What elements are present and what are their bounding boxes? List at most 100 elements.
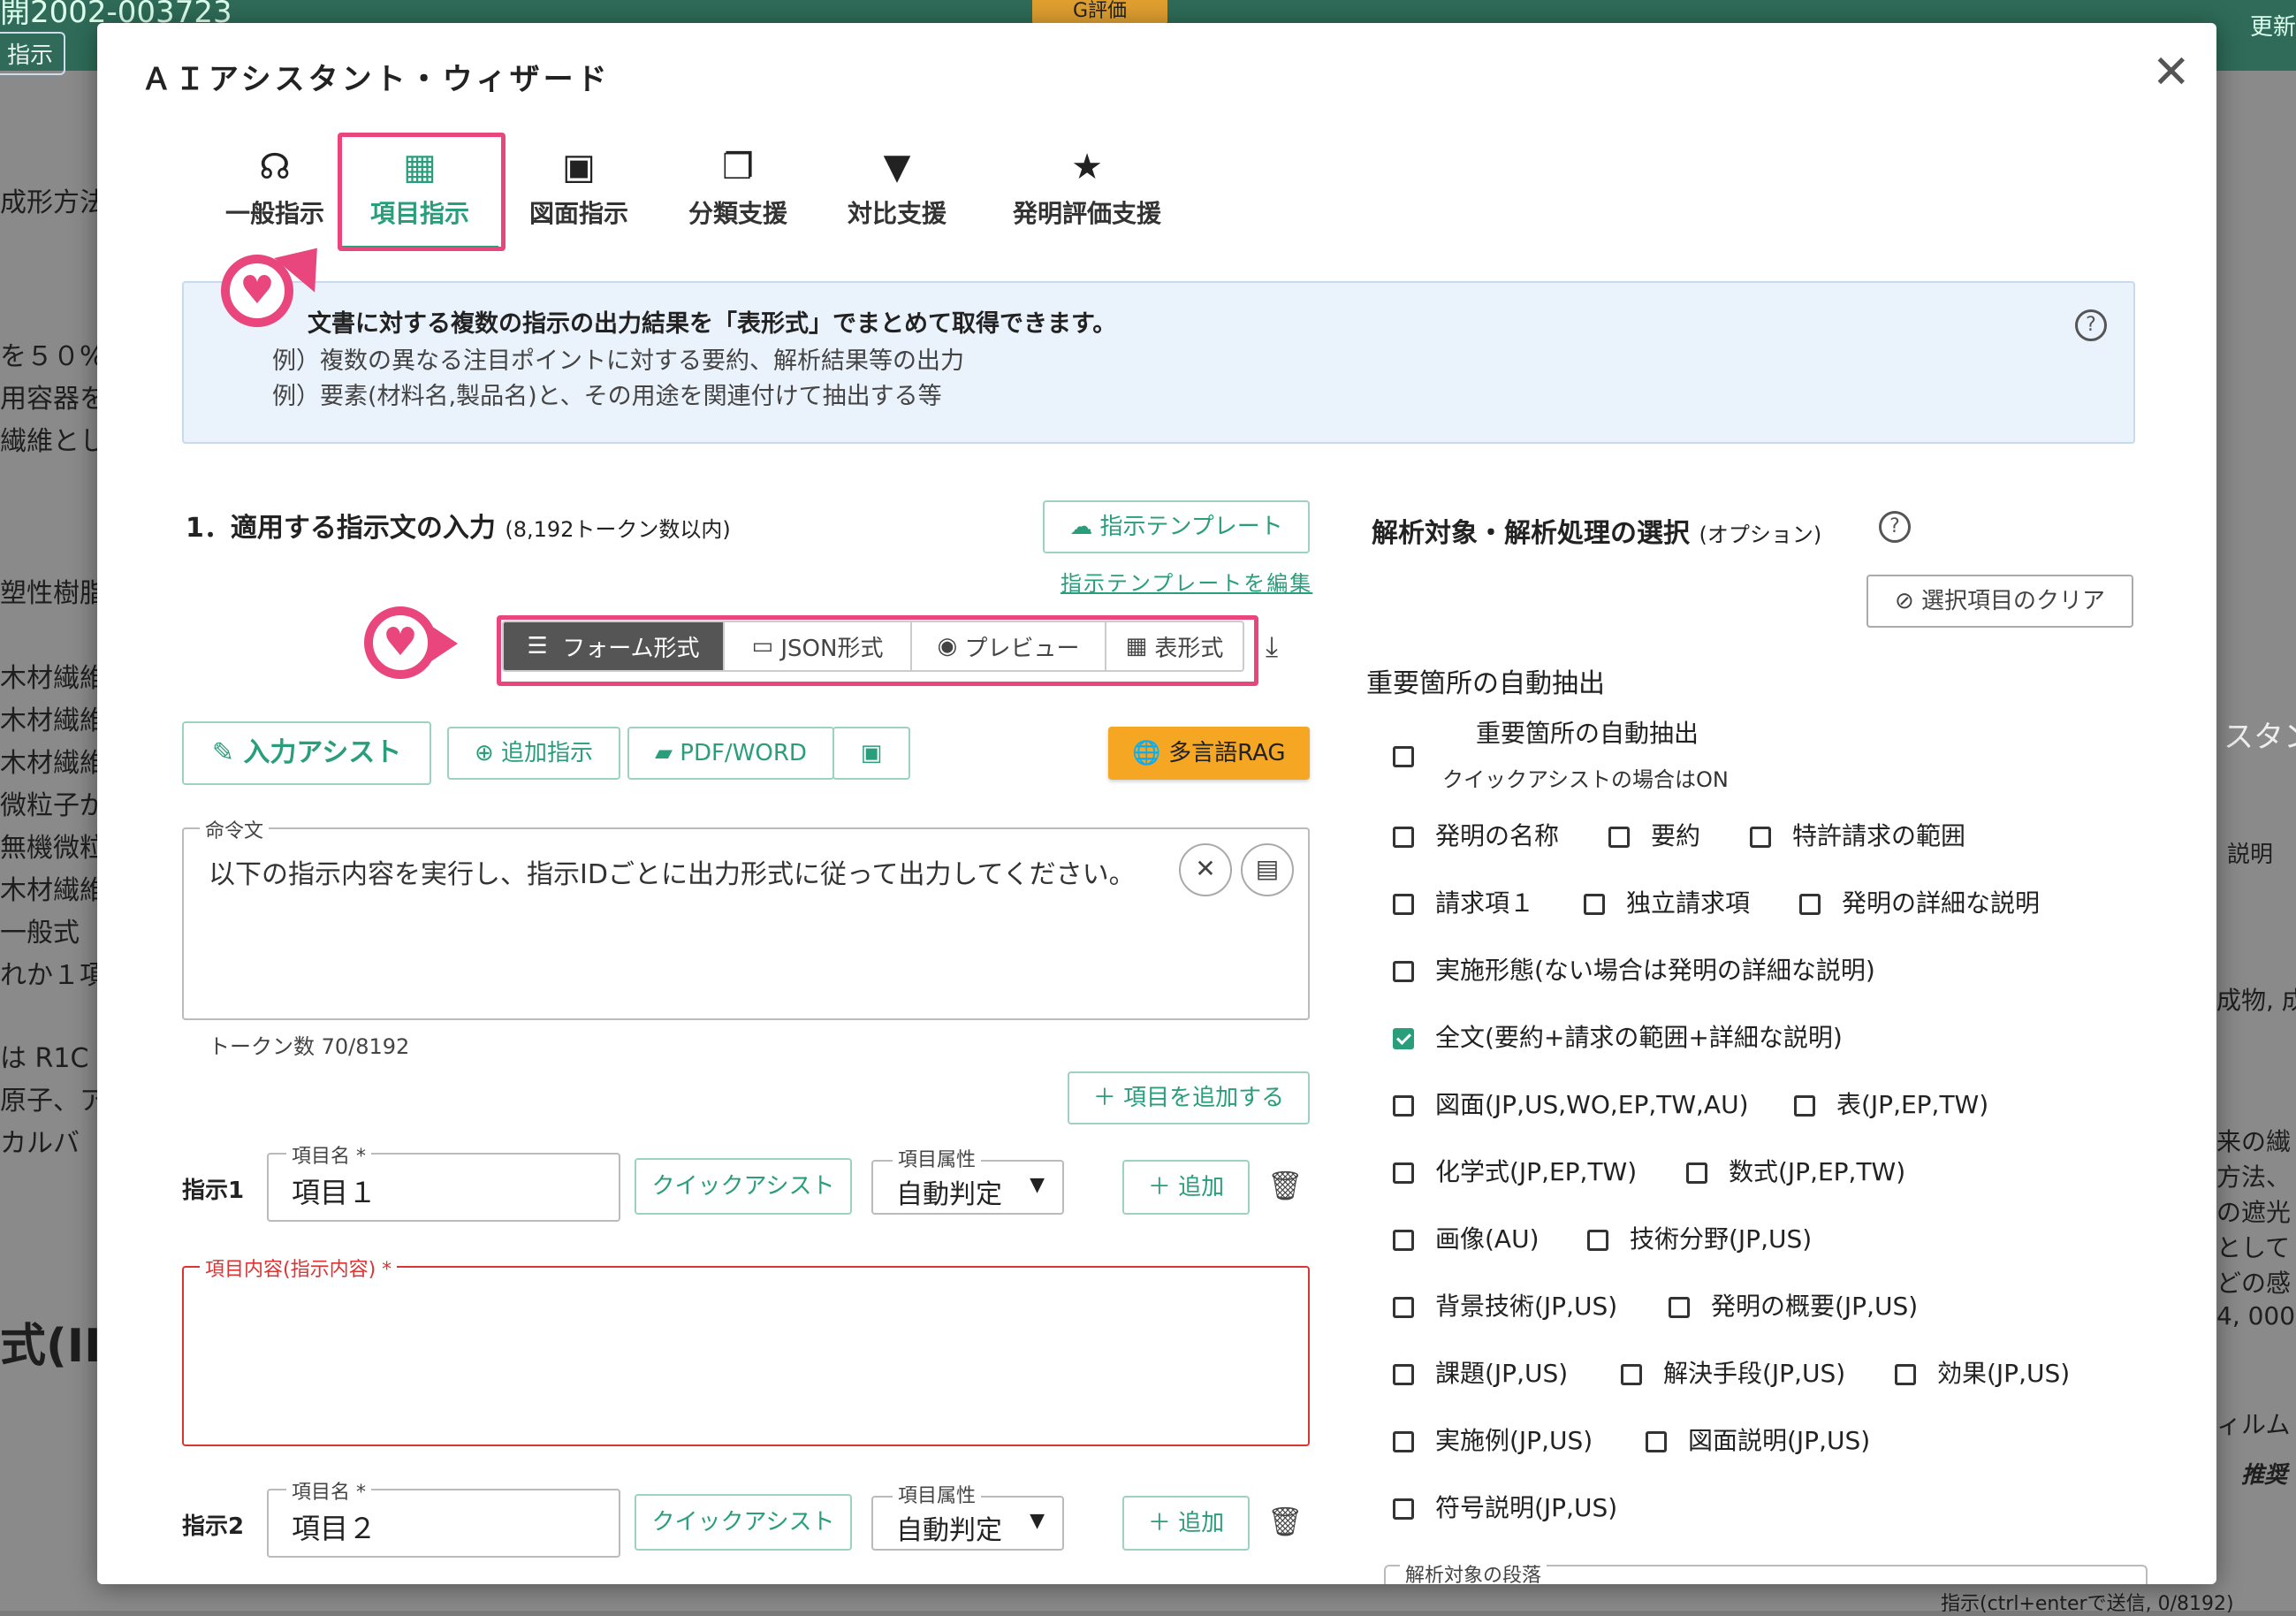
- bg-left-line: 繊維とし: [0, 426, 106, 457]
- heart-marker-icon: ♥: [364, 606, 437, 679]
- bg-right-line: 来の繊: [2216, 1127, 2292, 1156]
- checkbox-auto-extract[interactable]: [1393, 741, 1435, 770]
- cloud-download-icon: ☁: [1069, 514, 1093, 540]
- checkbox-box: [1393, 894, 1414, 915]
- section-title-instruction-input: 1．適用する指示文の入力 (8,192トークン数以内): [186, 513, 731, 544]
- bg-left-line: 用容器を: [0, 384, 106, 415]
- bg-left-line: 一般式: [0, 918, 80, 949]
- section-title-analysis-target: 解析対象・解析処理の選択 (オプション): [1372, 518, 1822, 549]
- bg-right-line: 成物, 成: [2216, 986, 2296, 1015]
- checkbox-item[interactable]: 効果(JP,US): [1895, 1354, 2070, 1390]
- help-icon[interactable]: ?: [1879, 511, 1911, 543]
- checkbox-item[interactable]: 独立請求項: [1584, 884, 1750, 919]
- tab-classification-support[interactable]: ❐ 分類支援: [672, 147, 804, 230]
- checkbox-item[interactable]: 図面説明(JP,US): [1646, 1422, 1870, 1457]
- item-name-label: 項目名 *: [286, 1140, 371, 1169]
- checkbox-item[interactable]: 発明の名称: [1393, 817, 1559, 852]
- bg-right-line: どの感: [2216, 1269, 2292, 1298]
- help-icon[interactable]: ?: [2075, 309, 2107, 341]
- checkbox-item[interactable]: 化学式(JP,EP,TW): [1393, 1153, 1637, 1188]
- tab-drawing-instruction[interactable]: ▣ 図面指示: [513, 147, 645, 230]
- bg-left-line: 木材繊維: [0, 875, 106, 906]
- clear-selection-button[interactable]: ⊘ 選択項目のクリア: [1866, 575, 2133, 628]
- checkbox-item[interactable]: 要約: [1608, 817, 1700, 852]
- checkbox-box: [1584, 894, 1605, 915]
- chevron-down-icon: ▼: [1030, 1174, 1045, 1196]
- auto-extract-heading: 重要箇所の自動抽出: [1366, 668, 1605, 699]
- checkbox-item[interactable]: 解決手段(JP,US): [1621, 1354, 1845, 1390]
- bg-right-line: 推奨: [2241, 1462, 2288, 1489]
- item-add-button[interactable]: ＋ 追加: [1122, 1160, 1250, 1215]
- bg-left-line: れか１項: [0, 960, 106, 991]
- pdf-word-button[interactable]: ▰ PDF/WORD: [627, 727, 834, 780]
- checkbox-item[interactable]: 発明の概要(JP,US): [1669, 1287, 1918, 1323]
- checkbox-item[interactable]: 実施形態(ない場合は発明の詳細な説明): [1393, 951, 1875, 987]
- item-add-button[interactable]: ＋ 追加: [1122, 1496, 1250, 1551]
- command-textarea[interactable]: 以下の指示内容を実行し、指示IDごとに出力形式に従って出力してください。: [182, 827, 1310, 1020]
- trash-icon[interactable]: 🗑: [1267, 1169, 1304, 1202]
- checkbox-item[interactable]: 請求項１: [1393, 884, 1534, 919]
- checkbox-box: [1393, 961, 1414, 982]
- close-icon[interactable]: ✕: [2152, 50, 2191, 95]
- checkbox-item[interactable]: 実施例(JP,US): [1393, 1422, 1593, 1457]
- checkbox-box: [1393, 1364, 1414, 1385]
- checkbox-item[interactable]: 課題(JP,US): [1393, 1354, 1568, 1390]
- bg-left-line: 微粒子が: [0, 790, 106, 821]
- checkbox-box: [1393, 746, 1414, 767]
- filter-icon: ▼: [883, 147, 911, 187]
- checkbox-box: [1393, 1028, 1414, 1049]
- multilingual-rag-button[interactable]: 🌐 多言語RAG: [1108, 727, 1310, 780]
- checkbox-box: [1608, 827, 1630, 848]
- checkbox-item[interactable]: 図面(JP,US,WO,EP,TW,AU): [1393, 1086, 1749, 1121]
- add-image-button[interactable]: ▣: [832, 727, 910, 780]
- checkbox-box: [1393, 1431, 1414, 1452]
- checkbox-box: [1669, 1297, 1690, 1318]
- item-index: 指示2: [182, 1513, 245, 1540]
- checkbox-item[interactable]: 背景技術(JP,US): [1393, 1287, 1617, 1323]
- add-instruction-button[interactable]: ⊕ 追加指示: [447, 727, 620, 780]
- bg-right-line: 4, 0003: [2216, 1301, 2296, 1330]
- checkbox-item[interactable]: 技術分野(JP,US): [1587, 1220, 1812, 1255]
- bg-g-rating-badge: G評価: [1032, 0, 1168, 25]
- checkbox-item[interactable]: 特許請求の範囲: [1750, 817, 1965, 852]
- edit-template-link[interactable]: 指示テンプレートを編集: [1061, 566, 1312, 597]
- clear-format-icon[interactable]: ✕: [1179, 843, 1232, 896]
- checkbox-box: [1621, 1364, 1642, 1385]
- download-icon[interactable]: ⤓: [1266, 629, 1278, 664]
- checkbox-item[interactable]: 画像(AU): [1393, 1220, 1540, 1255]
- auto-extract-title: 重要箇所の自動抽出: [1476, 719, 1699, 748]
- checkbox-box: [1686, 1162, 1707, 1184]
- folder-icon: ▰: [655, 740, 680, 766]
- quick-assist-button[interactable]: クイックアシスト: [635, 1158, 852, 1215]
- command-label: 命令文: [200, 815, 270, 843]
- checkbox-item[interactable]: 符号説明(JP,US): [1393, 1489, 1617, 1524]
- tab-comparison-support[interactable]: ▼ 対比支援: [831, 147, 963, 230]
- checkbox-box: [1393, 1162, 1414, 1184]
- bg-left-line: カルバ: [0, 1128, 80, 1159]
- info-banner: 文書に対する複数の指示の出力結果を「表形式」でまとめて取得できます。 例）複数の…: [182, 281, 2135, 444]
- bg-left-line: 木材繊維: [0, 705, 106, 736]
- checkbox-item[interactable]: 発明の詳細な説明: [1799, 884, 2040, 919]
- checkbox-box: [1895, 1364, 1916, 1385]
- bg-left-line: 木材繊維: [0, 663, 106, 694]
- checkbox-item[interactable]: 表(JP,EP,TW): [1794, 1086, 1988, 1121]
- checkbox-item-checked[interactable]: 全文(要約+請求の範囲+詳細な説明): [1393, 1018, 1843, 1054]
- input-assist-button[interactable]: ✎ 入力アシスト: [182, 721, 431, 785]
- highlight-box-format: [497, 615, 1258, 686]
- quick-assist-button[interactable]: クイックアシスト: [635, 1494, 852, 1551]
- bg-right-line: 指示(ctrl+enterで送信, 0/8192): [1941, 1593, 2234, 1615]
- add-item-button[interactable]: ＋ 項目を追加する: [1068, 1071, 1310, 1124]
- bg-right-tab: スタン: [2224, 720, 2296, 755]
- bg-instruction-chip: 指示: [0, 32, 66, 75]
- tab-general-instruction[interactable]: ☊ 一般指示: [209, 147, 341, 230]
- trash-icon[interactable]: 🗑: [1267, 1505, 1304, 1538]
- dialog-title: ＡＩアシスタント・ウィザード: [141, 62, 611, 97]
- tab-invention-evaluation-support[interactable]: ★ 発明評価支援: [999, 147, 1175, 230]
- checkbox-item[interactable]: 数式(JP,EP,TW): [1686, 1153, 1905, 1188]
- checkbox-box: [1393, 1297, 1414, 1318]
- clipboard-icon[interactable]: ▤: [1241, 843, 1294, 896]
- bg-right-label: 説明: [2227, 842, 2274, 868]
- bg-left-line: を５０%: [0, 341, 105, 372]
- item-content-textarea[interactable]: [182, 1266, 1310, 1446]
- instruction-template-button[interactable]: ☁ 指示テンプレート: [1043, 500, 1310, 553]
